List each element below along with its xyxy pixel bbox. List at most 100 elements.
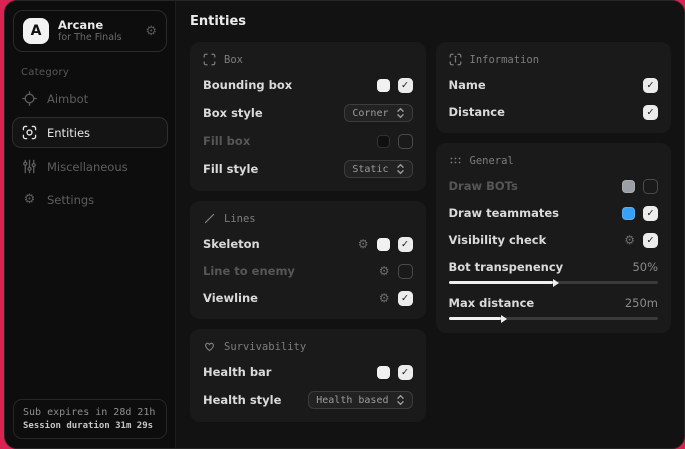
info-frame-icon — [449, 53, 462, 66]
section-title: Lines — [224, 213, 256, 225]
check-icon: ✓ — [401, 367, 409, 378]
app-logo: A — [23, 18, 49, 44]
checkbox-checked[interactable]: ✓ — [643, 78, 658, 93]
left-column: Box Bounding box ✓ Box style Corner — [190, 42, 426, 432]
bot-transparency-slider[interactable] — [449, 281, 659, 284]
slider-fill — [449, 281, 554, 284]
slider-value: 50% — [632, 260, 658, 274]
row-label: Draw teammates — [449, 206, 623, 220]
check-icon: ✓ — [401, 293, 409, 304]
chevron-up-down-icon — [396, 163, 405, 175]
box-section-header: Box — [203, 53, 413, 66]
box-brackets-icon — [203, 53, 216, 66]
fill-style-dropdown[interactable]: Static — [344, 160, 412, 178]
skeleton-row: Skeleton ⚙ ✓ — [203, 236, 413, 252]
app-subtitle: for The Finals — [58, 32, 136, 44]
sliders-icon — [22, 159, 37, 174]
lines-section-header: Lines — [203, 212, 413, 225]
survivability-card: Survivability Health bar ✓ Health style … — [190, 329, 426, 422]
viewline-row: Viewline ⚙ ✓ — [203, 290, 413, 306]
slider-label: Max distance — [449, 296, 535, 310]
sidebar-item-label: Aimbot — [47, 92, 88, 106]
grid-dots-icon — [449, 154, 462, 167]
color-swatch[interactable] — [622, 207, 635, 220]
row-label: Distance — [449, 105, 644, 119]
health-bar-row: Health bar ✓ — [203, 364, 413, 380]
checkbox-checked[interactable]: ✓ — [398, 291, 413, 306]
checkbox-unchecked[interactable] — [398, 134, 413, 149]
checkbox-unchecked[interactable] — [398, 264, 413, 279]
settings-gear-icon[interactable]: ⚙ — [145, 24, 157, 39]
subscription-card: Sub expires in 28d 21h Session duration … — [13, 399, 167, 439]
main-content: Entities Box Bounding box — [176, 1, 684, 448]
sidebar-item-label: Entities — [47, 126, 90, 140]
line-to-enemy-row: Line to enemy ⚙ — [203, 263, 413, 279]
box-style-dropdown[interactable]: Corner — [344, 104, 412, 122]
checkbox-checked[interactable]: ✓ — [643, 105, 658, 120]
page-title: Entities — [190, 14, 671, 29]
dropdown-value: Health based — [316, 395, 388, 406]
bounding-box-row: Bounding box ✓ — [203, 77, 413, 93]
slider-fill — [449, 317, 501, 320]
color-swatch[interactable] — [377, 135, 390, 148]
right-column: Information Name ✓ Distance ✓ — [436, 42, 672, 432]
distance-row: Distance ✓ — [449, 104, 659, 120]
app-header-card: A Arcane for The Finals ⚙ — [13, 10, 167, 52]
color-swatch[interactable] — [377, 366, 390, 379]
slider-value: 250m — [625, 296, 658, 310]
sidebar-item-aimbot[interactable]: Aimbot — [12, 83, 168, 114]
row-label: Skeleton — [203, 237, 358, 251]
color-swatch[interactable] — [377, 79, 390, 92]
color-swatch[interactable] — [377, 238, 390, 251]
sidebar: A Arcane for The Finals ⚙ Category Aimbo… — [5, 1, 176, 448]
category-label: Category — [21, 67, 175, 78]
scan-eye-icon — [22, 125, 37, 140]
sidebar-item-settings[interactable]: ⚙ Settings — [12, 185, 168, 215]
fill-box-row: Fill box — [203, 133, 413, 149]
color-swatch[interactable] — [622, 180, 635, 193]
general-card: General Draw BOTs Draw teammates — [436, 143, 672, 333]
row-label: Name — [449, 78, 644, 92]
box-card: Box Bounding box ✓ Box style Corner — [190, 42, 426, 191]
sub-expiry-text: Sub expires in 28d 21h — [23, 407, 157, 418]
information-card: Information Name ✓ Distance ✓ — [436, 42, 672, 133]
checkbox-checked[interactable]: ✓ — [398, 365, 413, 380]
row-label: Fill box — [203, 134, 377, 148]
general-section-header: General — [449, 154, 659, 167]
section-title: Box — [224, 54, 243, 66]
row-label: Health style — [203, 393, 308, 407]
section-title: Survivability — [224, 341, 306, 353]
sidebar-item-label: Settings — [47, 193, 94, 207]
row-label: Viewline — [203, 291, 379, 305]
box-style-row: Box style Corner — [203, 104, 413, 122]
heart-icon — [203, 340, 216, 353]
chevron-up-down-icon — [396, 394, 405, 406]
sidebar-item-miscellaneous[interactable]: Miscellaneous — [12, 151, 168, 182]
sidebar-item-label: Miscellaneous — [47, 160, 128, 174]
health-style-row: Health style Health based — [203, 391, 413, 409]
bot-transparency-slider-block: Bot transpenency 50% — [449, 260, 659, 284]
check-icon: ✓ — [647, 107, 655, 118]
max-distance-slider[interactable] — [449, 317, 659, 320]
row-label: Bounding box — [203, 78, 377, 92]
row-label: Line to enemy — [203, 264, 379, 278]
survivability-section-header: Survivability — [203, 340, 413, 353]
checkbox-checked[interactable]: ✓ — [398, 78, 413, 93]
fill-style-row: Fill style Static — [203, 160, 413, 178]
dropdown-value: Static — [352, 164, 388, 175]
checkbox-checked[interactable]: ✓ — [398, 237, 413, 252]
app-name: Arcane — [58, 18, 136, 32]
dropdown-value: Corner — [352, 108, 388, 119]
draw-bots-row: Draw BOTs — [449, 178, 659, 194]
check-icon: ✓ — [647, 80, 655, 91]
checkbox-unchecked[interactable] — [643, 179, 658, 194]
session-duration-text: Session duration 31m 29s — [23, 421, 157, 431]
check-icon: ✓ — [647, 235, 655, 246]
row-label: Fill style — [203, 162, 344, 176]
health-style-dropdown[interactable]: Health based — [308, 391, 412, 409]
checkbox-checked[interactable]: ✓ — [643, 233, 658, 248]
check-icon: ✓ — [647, 208, 655, 219]
sidebar-item-entities[interactable]: Entities — [12, 117, 168, 148]
max-distance-slider-block: Max distance 250m — [449, 296, 659, 320]
checkbox-checked[interactable]: ✓ — [643, 206, 658, 221]
